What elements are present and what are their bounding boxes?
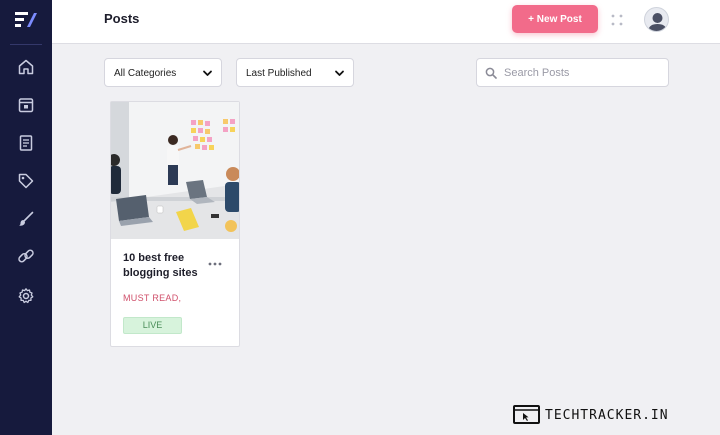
document-icon[interactable] (17, 134, 35, 152)
chevron-down-icon (335, 70, 344, 76)
brush-icon[interactable] (17, 210, 35, 228)
apps-grid-icon[interactable] (611, 13, 623, 26)
new-post-button[interactable]: + New Post (512, 5, 598, 33)
calendar-icon[interactable] (17, 96, 35, 114)
avatar[interactable] (644, 7, 669, 32)
link-icon[interactable] (17, 247, 35, 265)
category-select[interactable]: All Categories (104, 58, 222, 87)
category-select-value: All Categories (114, 68, 177, 79)
chevron-down-icon (203, 70, 212, 76)
post-category: MUST READ, (123, 293, 182, 303)
status-badge: LIVE (123, 317, 182, 334)
post-card[interactable]: 10 best free blogging sites MUST READ, L… (110, 101, 240, 347)
watermark-text: TECHTRACKER.IN (545, 408, 669, 423)
top-bar: Posts + New Post (52, 0, 720, 44)
sidebar-divider (10, 44, 42, 45)
sidebar (0, 0, 52, 435)
watermark: TECHTRACKER.IN (512, 403, 692, 427)
sort-select[interactable]: Last Published (236, 58, 354, 87)
post-thumbnail[interactable] (111, 102, 239, 239)
cursor-window-icon (513, 405, 540, 424)
more-options-icon[interactable] (208, 254, 222, 266)
sort-select-value: Last Published (246, 68, 312, 79)
home-icon[interactable] (17, 58, 35, 76)
search-icon (485, 67, 497, 79)
gear-icon[interactable] (17, 287, 35, 305)
tag-icon[interactable] (17, 172, 35, 190)
post-title[interactable]: 10 best free blogging sites (123, 251, 209, 281)
search-input[interactable] (504, 65, 664, 81)
page-title: Posts (104, 11, 140, 26)
search-box (476, 58, 669, 87)
brand-logo-icon[interactable] (14, 9, 38, 29)
